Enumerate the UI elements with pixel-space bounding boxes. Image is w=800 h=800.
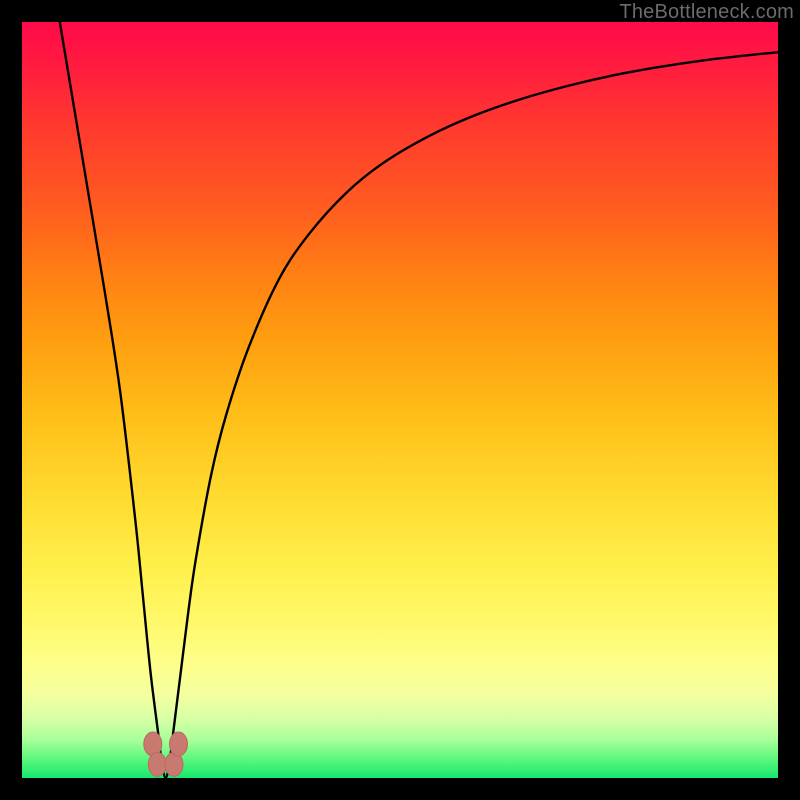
watermark-text: TheBottleneck.com [619, 1, 794, 24]
chart-svg [22, 22, 778, 778]
curve-marker [169, 732, 187, 756]
bottleneck-curve [60, 22, 778, 778]
plot-area [22, 22, 778, 778]
curve-marker [148, 752, 166, 776]
chart-frame: TheBottleneck.com [0, 0, 800, 800]
